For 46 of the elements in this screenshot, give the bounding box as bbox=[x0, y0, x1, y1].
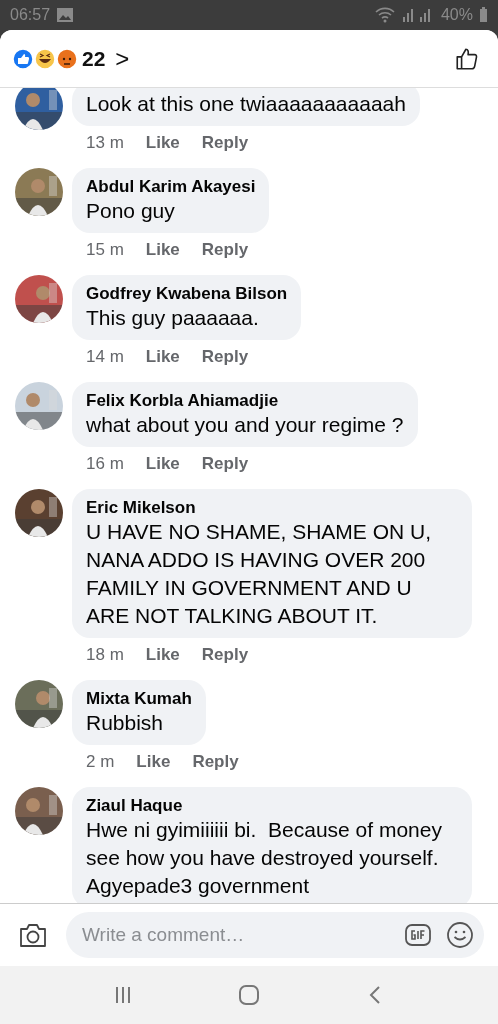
reply-link[interactable]: Reply bbox=[201, 132, 249, 154]
reply-link[interactable]: Reply bbox=[201, 346, 249, 368]
commenter-name[interactable]: Eric Mikelson bbox=[86, 497, 458, 518]
comment-text: Pono guy bbox=[86, 198, 176, 224]
like-reaction-icon bbox=[12, 47, 34, 70]
laughing-reaction-icon bbox=[34, 47, 56, 70]
gif-icon[interactable] bbox=[404, 921, 432, 949]
battery-icon bbox=[479, 7, 488, 23]
comment-box[interactable]: Write a comment… bbox=[66, 912, 484, 958]
reply-link[interactable]: Reply bbox=[201, 453, 249, 475]
comment-text: Rubbish bbox=[86, 710, 165, 736]
wifi-icon bbox=[374, 7, 395, 23]
comment-text: Look at this one twiaaaaaaaaaaah bbox=[86, 91, 406, 117]
comment-time: 13 m bbox=[86, 132, 124, 154]
commenter-name[interactable]: Abdul Karim Akayesi bbox=[86, 176, 256, 197]
comment-text: Hwe ni gyimiiiiii bi. Because of money see how you have destroyed yourself. Agyepade3 government bbox=[86, 817, 443, 899]
comment-text: U HAVE NO SHAME, SHAME ON U, NANA ADDO IS HAVING OVER 200 FAMILY IN GOVERNMENT AND U ARE NOT TALKING ABOUT IT. bbox=[86, 519, 432, 629]
angry-reaction-icon bbox=[56, 47, 78, 70]
comment-time: 14 m bbox=[86, 346, 124, 368]
commenter-name[interactable]: Godfrey Kwabena Bilson bbox=[86, 283, 288, 304]
image-icon bbox=[56, 7, 75, 23]
battery-percent: 40% bbox=[440, 6, 473, 24]
reply-link[interactable]: Reply bbox=[192, 751, 239, 773]
comment-time: 2 m bbox=[86, 751, 115, 773]
like-link[interactable]: Like bbox=[145, 132, 180, 154]
home-icon[interactable] bbox=[238, 984, 260, 1006]
reaction-count[interactable]: 22 bbox=[82, 46, 106, 71]
status-time: 06:57 bbox=[10, 6, 51, 24]
commenter-name[interactable]: Ziaul Haque bbox=[86, 795, 458, 816]
smiley-icon[interactable] bbox=[446, 921, 474, 949]
reply-link[interactable]: Reply bbox=[201, 239, 249, 261]
camera-icon[interactable] bbox=[18, 921, 48, 949]
like-link[interactable]: Like bbox=[136, 751, 171, 773]
commenter-name[interactable]: Felix Korbla Ahiamadjie bbox=[86, 390, 404, 411]
comment-text: This guy paaaaaa. bbox=[86, 305, 260, 331]
reply-link[interactable]: Reply bbox=[201, 644, 249, 666]
commenter-name[interactable]: Mixta Kumah bbox=[86, 688, 192, 709]
like-link[interactable]: Like bbox=[145, 346, 180, 368]
comment-time: 16 m bbox=[86, 453, 124, 475]
comment-text: what about you and your regime ? bbox=[86, 412, 404, 438]
comment-time: 15 m bbox=[86, 239, 124, 261]
comment-time: 18 m bbox=[86, 644, 124, 666]
like-link[interactable]: Like bbox=[145, 453, 180, 475]
chevron-icon[interactable]: > bbox=[115, 44, 130, 73]
like-link[interactable]: Like bbox=[145, 239, 180, 261]
like-link[interactable]: Like bbox=[145, 644, 180, 666]
